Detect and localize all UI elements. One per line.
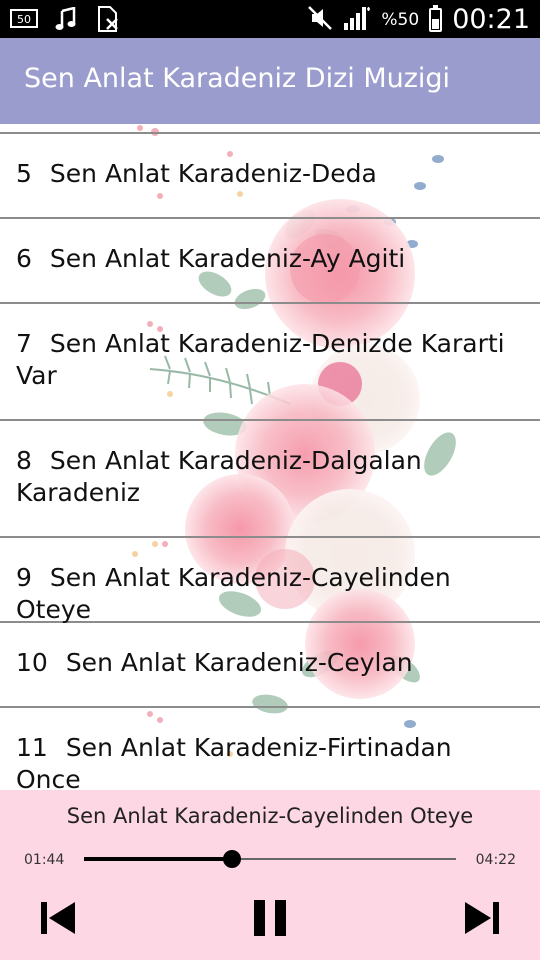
previous-icon bbox=[41, 902, 75, 934]
track-title: Sen Anlat Karadeniz-Dalgalan Karadeniz bbox=[16, 446, 422, 507]
list-item[interactable]: 5 Sen Anlat Karadeniz-Deda bbox=[0, 134, 540, 219]
list-item[interactable]: 9 Sen Anlat Karadeniz-Cayelinden Oteye bbox=[0, 538, 540, 624]
next-button[interactable] bbox=[462, 898, 502, 938]
list-item[interactable]: 11 Sen Anlat Karadeniz-Firtinadan Once bbox=[0, 708, 540, 790]
track-number: 6 bbox=[16, 244, 32, 273]
signal-icon bbox=[343, 5, 371, 35]
track-number: 9 bbox=[16, 563, 32, 592]
list-item[interactable]: 6 Sen Anlat Karadeniz-Ay Agiti bbox=[0, 219, 540, 304]
status-time: 00:21 bbox=[452, 4, 530, 35]
list-item[interactable]: 10 Sen Anlat Karadeniz-Ceylan bbox=[0, 623, 540, 708]
seek-progress bbox=[84, 857, 232, 861]
player-panel: Sen Anlat Karadeniz-Cayelinden Oteye 01:… bbox=[0, 790, 540, 960]
pause-icon bbox=[254, 900, 286, 936]
status-bar: 50 %50 00:21 bbox=[0, 0, 540, 38]
track-number: 7 bbox=[16, 329, 32, 358]
track-title: Sen Anlat Karadeniz-Firtinadan Once bbox=[16, 733, 452, 790]
track-number: 10 bbox=[16, 648, 48, 677]
seek-thumb[interactable] bbox=[222, 850, 241, 868]
list-item[interactable]: 7 Sen Anlat Karadeniz-Denizde Kararti Var bbox=[0, 304, 540, 421]
pause-button[interactable] bbox=[250, 898, 290, 938]
muted-icon bbox=[307, 5, 333, 35]
battery-icon bbox=[429, 4, 443, 32]
total-time: 04:22 bbox=[475, 852, 516, 868]
lte-icon: 50 bbox=[10, 6, 38, 32]
svg-text:50: 50 bbox=[17, 13, 31, 26]
track-title: Sen Anlat Karadeniz-Cayelinden Oteye bbox=[16, 563, 451, 624]
track-list[interactable]: 5 Sen Anlat Karadeniz-Deda 6 Sen Anlat Kar… bbox=[0, 124, 540, 790]
music-note-icon bbox=[52, 6, 80, 32]
previous-button[interactable] bbox=[38, 898, 78, 938]
battery-percent: %50 bbox=[381, 9, 420, 30]
track-title: Sen Anlat Karadeniz-Ceylan bbox=[65, 648, 413, 677]
track-number: 11 bbox=[16, 733, 48, 762]
now-playing-title: Sen Anlat Karadeniz-Cayelinden Oteye bbox=[66, 804, 474, 828]
track-title: Sen Anlat Karadeniz-Deda bbox=[49, 159, 377, 188]
current-time: 01:44 bbox=[24, 852, 65, 868]
list-item[interactable]: 8 Sen Anlat Karadeniz-Dalgalan Karadeniz bbox=[0, 421, 540, 538]
list-divider bbox=[0, 124, 540, 134]
app-title: Sen Anlat Karadeniz Dizi Muzigi bbox=[24, 63, 451, 94]
track-title: Sen Anlat Karadeniz-Denizde Kararti Var bbox=[16, 329, 505, 390]
track-title: Sen Anlat Karadeniz-Ay Agiti bbox=[49, 244, 406, 273]
seek-bar[interactable] bbox=[84, 850, 456, 868]
track-number: 5 bbox=[16, 159, 32, 188]
app-bar: Sen Anlat Karadeniz Dizi Muzigi bbox=[0, 38, 540, 124]
next-icon bbox=[465, 902, 499, 934]
track-number: 8 bbox=[16, 446, 32, 475]
blocked-sim-icon bbox=[94, 6, 122, 32]
